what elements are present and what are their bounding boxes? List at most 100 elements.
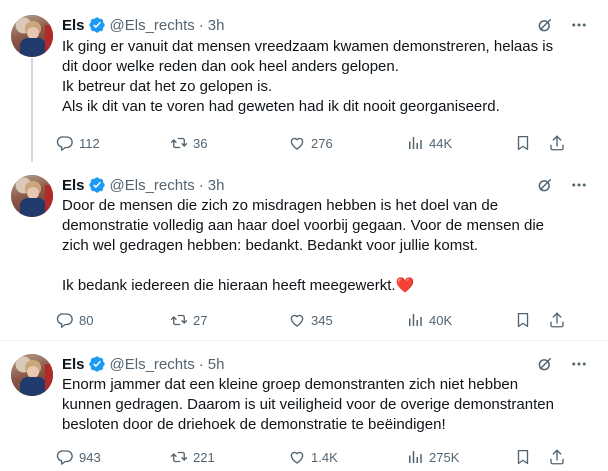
tweet-top-actions bbox=[536, 15, 588, 35]
tweet-top-actions bbox=[536, 354, 588, 374]
action-bar: 112 36 276 44K bbox=[56, 133, 596, 153]
verified-icon bbox=[88, 356, 105, 372]
views-count: 40K bbox=[429, 312, 453, 328]
share-icon bbox=[550, 312, 564, 328]
reply-count: 943 bbox=[79, 449, 101, 465]
retweet-button[interactable]: 27 bbox=[170, 311, 288, 329]
retweet-count: 36 bbox=[193, 135, 208, 151]
text-line: dit door welke reden dan ook heel anders… bbox=[62, 58, 399, 75]
text-line: Door de mensen die zich zo misdragen heb… bbox=[62, 197, 499, 214]
retweet-icon bbox=[170, 314, 188, 326]
author-handle[interactable]: @Els_rechts bbox=[110, 17, 195, 34]
bookmark-button[interactable] bbox=[504, 134, 542, 152]
retweet-icon bbox=[170, 137, 188, 149]
separator-dot: · bbox=[198, 355, 204, 373]
tweet-text: Door de mensen die zich zo misdragen heb… bbox=[62, 196, 592, 296]
tweet-text: Ik ging er vanuit dat mensen vreedzaam k… bbox=[62, 37, 592, 117]
verified-icon bbox=[88, 177, 105, 193]
tweet-top-actions bbox=[536, 175, 588, 195]
tweet-header: Els @Els_rechts · 5h bbox=[62, 354, 224, 374]
tweet-header: Els @Els_rechts · 3h bbox=[62, 15, 224, 35]
views-icon bbox=[409, 137, 422, 149]
author-handle[interactable]: @Els_rechts bbox=[110, 177, 195, 194]
retweet-count: 27 bbox=[193, 312, 208, 328]
more-icon[interactable] bbox=[570, 176, 588, 194]
like-icon bbox=[290, 314, 304, 327]
action-bar: 943 221 1.4K 275K bbox=[56, 447, 596, 467]
reply-icon bbox=[56, 136, 73, 151]
timestamp[interactable]: 5h bbox=[208, 356, 225, 373]
reply-icon bbox=[56, 313, 73, 328]
grok-icon[interactable] bbox=[536, 16, 554, 34]
retweet-count: 221 bbox=[193, 449, 215, 465]
separator-dot: · bbox=[198, 16, 204, 34]
bookmark-button[interactable] bbox=[504, 311, 542, 329]
author-name[interactable]: Els bbox=[62, 17, 85, 34]
heart-emoji: ❤️ bbox=[395, 277, 415, 294]
share-button[interactable] bbox=[542, 448, 572, 466]
tweet-3[interactable]: Els @Els_rechts · 5h Enorm jammer dat ee… bbox=[0, 341, 608, 471]
retweet-icon bbox=[170, 451, 188, 463]
share-button[interactable] bbox=[542, 134, 572, 152]
reply-count: 112 bbox=[79, 135, 100, 151]
reply-icon bbox=[56, 450, 73, 465]
timestamp[interactable]: 3h bbox=[208, 17, 225, 34]
reply-button[interactable]: 112 bbox=[56, 134, 170, 152]
retweet-button[interactable]: 36 bbox=[170, 134, 288, 152]
like-count: 276 bbox=[311, 135, 333, 151]
text-line: kunnen gedragen. Daarom is uit veilighei… bbox=[62, 396, 554, 413]
views-button[interactable]: 44K bbox=[406, 134, 504, 152]
views-button[interactable]: 275K bbox=[406, 448, 504, 466]
avatar[interactable] bbox=[11, 175, 53, 217]
grok-icon[interactable] bbox=[536, 176, 554, 194]
share-icon bbox=[550, 449, 564, 465]
bookmark-icon bbox=[517, 135, 529, 151]
author-name[interactable]: Els bbox=[62, 177, 85, 194]
separator-dot: · bbox=[198, 176, 204, 194]
like-icon bbox=[290, 137, 304, 150]
like-count: 1.4K bbox=[311, 449, 338, 465]
text-line: Ik ging er vanuit dat mensen vreedzaam k… bbox=[62, 38, 554, 55]
text-line bbox=[62, 256, 592, 276]
more-icon[interactable] bbox=[570, 355, 588, 373]
reply-button[interactable]: 943 bbox=[56, 448, 170, 466]
views-icon bbox=[409, 314, 422, 326]
avatar[interactable] bbox=[11, 354, 53, 396]
text-line: demonstratie volledig aan haar doel voor… bbox=[62, 217, 544, 234]
tweet-2[interactable]: Els @Els_rechts · 3h Door de mensen die … bbox=[0, 162, 608, 340]
like-icon bbox=[290, 451, 304, 464]
views-count: 44K bbox=[429, 135, 453, 151]
bookmark-icon bbox=[517, 449, 529, 465]
more-icon[interactable] bbox=[570, 16, 588, 34]
author-name[interactable]: Els bbox=[62, 356, 85, 373]
grok-icon[interactable] bbox=[536, 355, 554, 373]
text-line: Ik betreur dat het zo gelopen is. bbox=[62, 78, 273, 95]
bookmark-button[interactable] bbox=[504, 448, 542, 466]
tweet-text: Enorm jammer dat een kleine groep demons… bbox=[62, 375, 592, 435]
reply-count: 80 bbox=[79, 312, 94, 328]
text-line: besloten door de driehoek de demonstrati… bbox=[62, 416, 446, 433]
action-bar: 80 27 345 40K bbox=[56, 310, 596, 330]
text-line: Enorm jammer dat een kleine groep demons… bbox=[62, 376, 519, 393]
tweet-header: Els @Els_rechts · 3h bbox=[62, 175, 224, 195]
text-line: Als ik dit van te voren had geweten had … bbox=[62, 98, 500, 115]
text-line-with-emoji: Ik bedank iedereen die hieraan heeft mee… bbox=[62, 276, 592, 296]
share-button[interactable] bbox=[542, 311, 572, 329]
reply-button[interactable]: 80 bbox=[56, 311, 170, 329]
timestamp[interactable]: 3h bbox=[208, 177, 225, 194]
avatar[interactable] bbox=[11, 15, 53, 57]
retweet-button[interactable]: 221 bbox=[170, 448, 288, 466]
text-line: zich wel gedragen hebben: bedankt. Bedan… bbox=[62, 237, 479, 254]
share-icon bbox=[550, 135, 564, 151]
tweet-1[interactable]: Els @Els_rechts · 3h Ik ging er vanuit d… bbox=[0, 0, 608, 162]
like-button[interactable]: 276 bbox=[288, 134, 406, 152]
views-button[interactable]: 40K bbox=[406, 311, 504, 329]
like-button[interactable]: 345 bbox=[288, 311, 406, 329]
like-button[interactable]: 1.4K bbox=[288, 448, 406, 466]
views-count: 275K bbox=[429, 449, 460, 465]
author-handle[interactable]: @Els_rechts bbox=[110, 356, 195, 373]
text-line: Ik bedank iedereen die hieraan heeft mee… bbox=[62, 277, 396, 294]
like-count: 345 bbox=[311, 312, 333, 328]
verified-icon bbox=[88, 17, 105, 33]
views-icon bbox=[409, 451, 422, 463]
